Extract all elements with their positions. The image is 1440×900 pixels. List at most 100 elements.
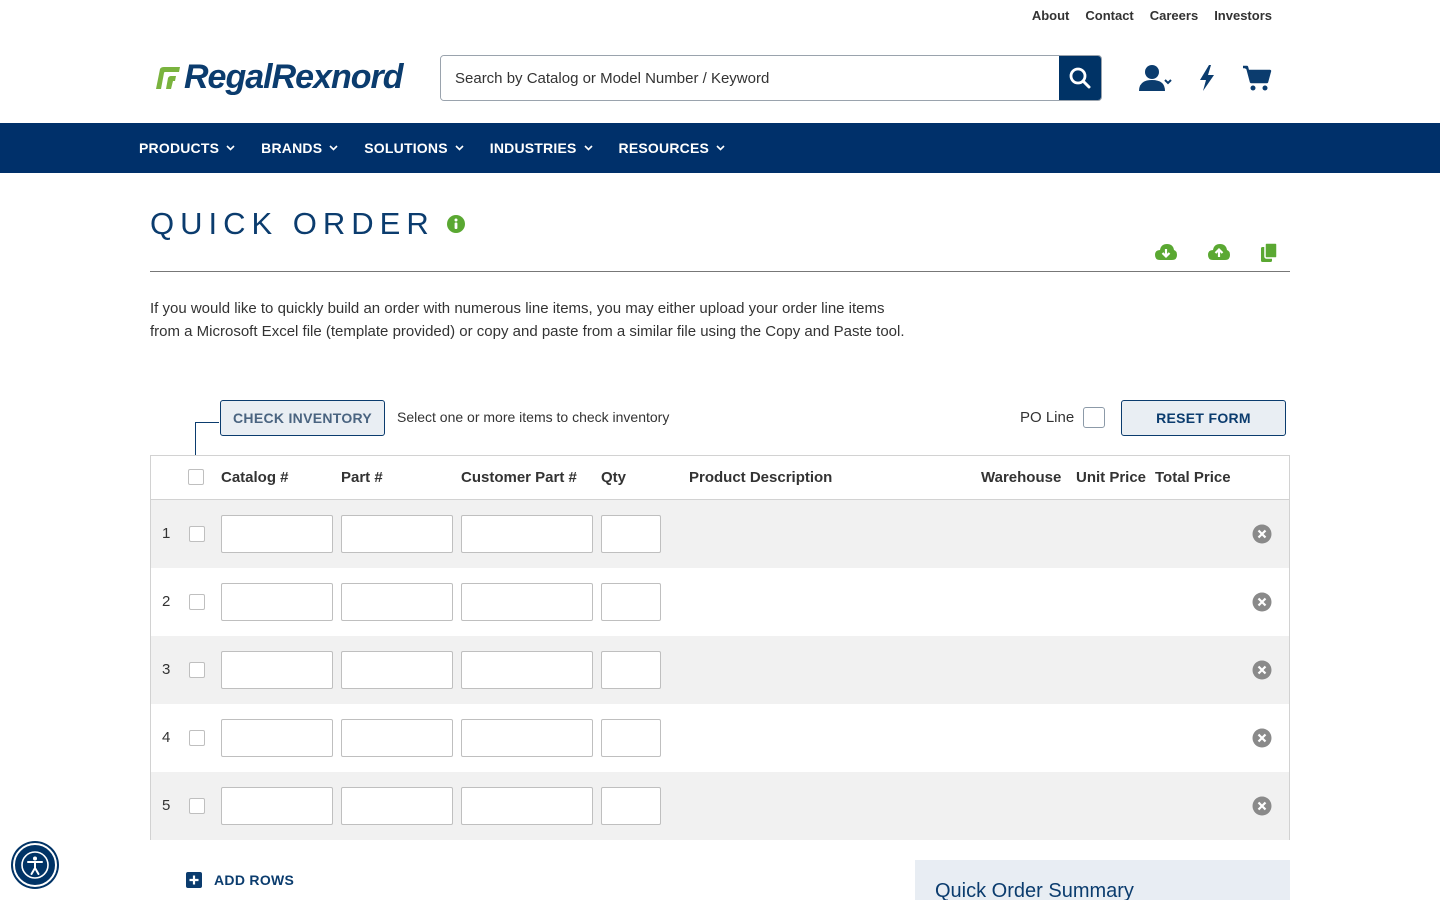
table-header: Catalog # Part # Customer Part # Qty Pro… (151, 456, 1289, 500)
qty-input[interactable] (601, 651, 661, 689)
chevron-down-icon (583, 145, 593, 151)
customer-part-input[interactable] (461, 787, 593, 825)
catalog-input[interactable] (221, 787, 333, 825)
main-nav: PRODUCTS BRANDS SOLUTIONS INDUSTRIES RES… (0, 123, 1440, 173)
row-number: 2 (162, 593, 171, 610)
utility-link-investors[interactable]: Investors (1214, 8, 1272, 23)
row-checkbox[interactable] (189, 798, 205, 814)
site-logo[interactable]: RegalRexnord (152, 58, 403, 97)
qty-input[interactable] (601, 719, 661, 757)
catalog-input[interactable] (221, 719, 333, 757)
nav-products[interactable]: PRODUCTS (139, 140, 235, 156)
remove-row-icon[interactable] (1252, 592, 1272, 612)
search-bar (440, 55, 1102, 101)
nav-resources[interactable]: RESOURCES (619, 140, 725, 156)
logo-mark-icon (156, 66, 180, 89)
quick-order-summary: Quick Order Summary (915, 860, 1290, 900)
customer-part-input[interactable] (461, 651, 593, 689)
chevron-down-icon (716, 145, 725, 151)
remove-row-icon[interactable] (1252, 796, 1272, 816)
row-number: 3 (162, 661, 171, 678)
utility-nav: About Contact Careers Investors (1032, 8, 1272, 23)
catalog-input[interactable] (221, 583, 333, 621)
col-warehouse: Warehouse (981, 469, 1062, 486)
accessibility-button[interactable] (13, 843, 57, 887)
customer-part-input[interactable] (461, 719, 593, 757)
utility-link-careers[interactable]: Careers (1150, 8, 1198, 23)
col-catalog: Catalog # (221, 469, 289, 486)
qty-input[interactable] (601, 787, 661, 825)
part-input[interactable] (341, 651, 453, 689)
account-menu-button[interactable] (1138, 60, 1172, 96)
part-input[interactable] (341, 515, 453, 553)
tool-icons (1154, 242, 1278, 264)
search-icon (1069, 67, 1091, 89)
logo-text: RegalRexnord (184, 58, 403, 96)
nav-label: INDUSTRIES (489, 140, 577, 156)
row-checkbox[interactable] (189, 730, 205, 746)
chevron-down-icon (329, 145, 338, 151)
select-connector-line (195, 422, 219, 456)
table-row: 4 (151, 704, 1289, 772)
upload-file-icon[interactable] (1207, 242, 1231, 264)
row-checkbox[interactable] (189, 594, 205, 610)
nav-industries[interactable]: INDUSTRIES (490, 140, 593, 156)
nav-label: RESOURCES (618, 140, 710, 156)
nav-label: PRODUCTS (139, 140, 220, 156)
qty-input[interactable] (601, 583, 661, 621)
search-input[interactable] (441, 56, 1059, 100)
download-template-icon[interactable] (1154, 242, 1178, 264)
add-rows-label: ADD ROWS (214, 872, 295, 888)
utility-link-contact[interactable]: Contact (1085, 8, 1133, 23)
nav-label: SOLUTIONS (364, 140, 448, 156)
table-row: 2 (151, 568, 1289, 636)
reset-form-button[interactable]: RESET FORM (1121, 400, 1286, 436)
title-divider (150, 271, 1290, 272)
search-button[interactable] (1059, 56, 1101, 100)
nav-solutions[interactable]: SOLUTIONS (364, 140, 464, 156)
cart-button[interactable] (1242, 60, 1272, 96)
title-row: QUICK ORDER (150, 206, 465, 242)
row-number: 1 (162, 525, 171, 542)
info-icon[interactable] (446, 215, 465, 233)
col-total-price: Total Price (1155, 469, 1231, 486)
page-title: QUICK ORDER (150, 206, 435, 241)
select-all-checkbox[interactable] (188, 469, 204, 485)
remove-row-icon[interactable] (1252, 728, 1272, 748)
nav-brands[interactable]: BRANDS (261, 140, 338, 156)
part-input[interactable] (341, 719, 453, 757)
col-product-description: Product Description (689, 469, 833, 486)
row-checkbox[interactable] (189, 662, 205, 678)
customer-part-input[interactable] (461, 583, 593, 621)
copy-paste-icon[interactable] (1260, 242, 1278, 264)
utility-link-about[interactable]: About (1032, 8, 1070, 23)
remove-row-icon[interactable] (1252, 524, 1272, 544)
add-rows-button[interactable]: ADD ROWS (186, 872, 294, 888)
row-checkbox[interactable] (189, 526, 205, 542)
row-number: 5 (162, 797, 171, 814)
quick-order-button[interactable] (1198, 60, 1216, 96)
summary-title: Quick Order Summary (935, 880, 1134, 900)
quick-order-table: Catalog # Part # Customer Part # Qty Pro… (150, 455, 1290, 840)
po-line-checkbox[interactable] (1083, 407, 1105, 428)
check-inventory-help: Select one or more items to check invent… (397, 409, 670, 425)
col-part: Part # (341, 469, 383, 486)
part-input[interactable] (341, 787, 453, 825)
col-qty: Qty (601, 469, 627, 486)
customer-part-input[interactable] (461, 515, 593, 553)
chevron-down-icon (455, 145, 464, 151)
catalog-input[interactable] (221, 651, 333, 689)
check-inventory-button[interactable]: CHECK INVENTORY (220, 400, 386, 436)
row-number: 4 (162, 729, 171, 746)
header-icons (1138, 60, 1272, 96)
remove-row-icon[interactable] (1252, 660, 1272, 680)
table-row: 5 (151, 772, 1289, 840)
table-row: 3 (151, 636, 1289, 704)
chevron-down-icon (226, 145, 235, 151)
part-input[interactable] (341, 583, 453, 621)
catalog-input[interactable] (221, 515, 333, 553)
quick-order-bolt-icon (1200, 65, 1214, 91)
user-account-icon (1139, 65, 1172, 91)
nav-label: BRANDS (261, 140, 323, 156)
qty-input[interactable] (601, 515, 661, 553)
